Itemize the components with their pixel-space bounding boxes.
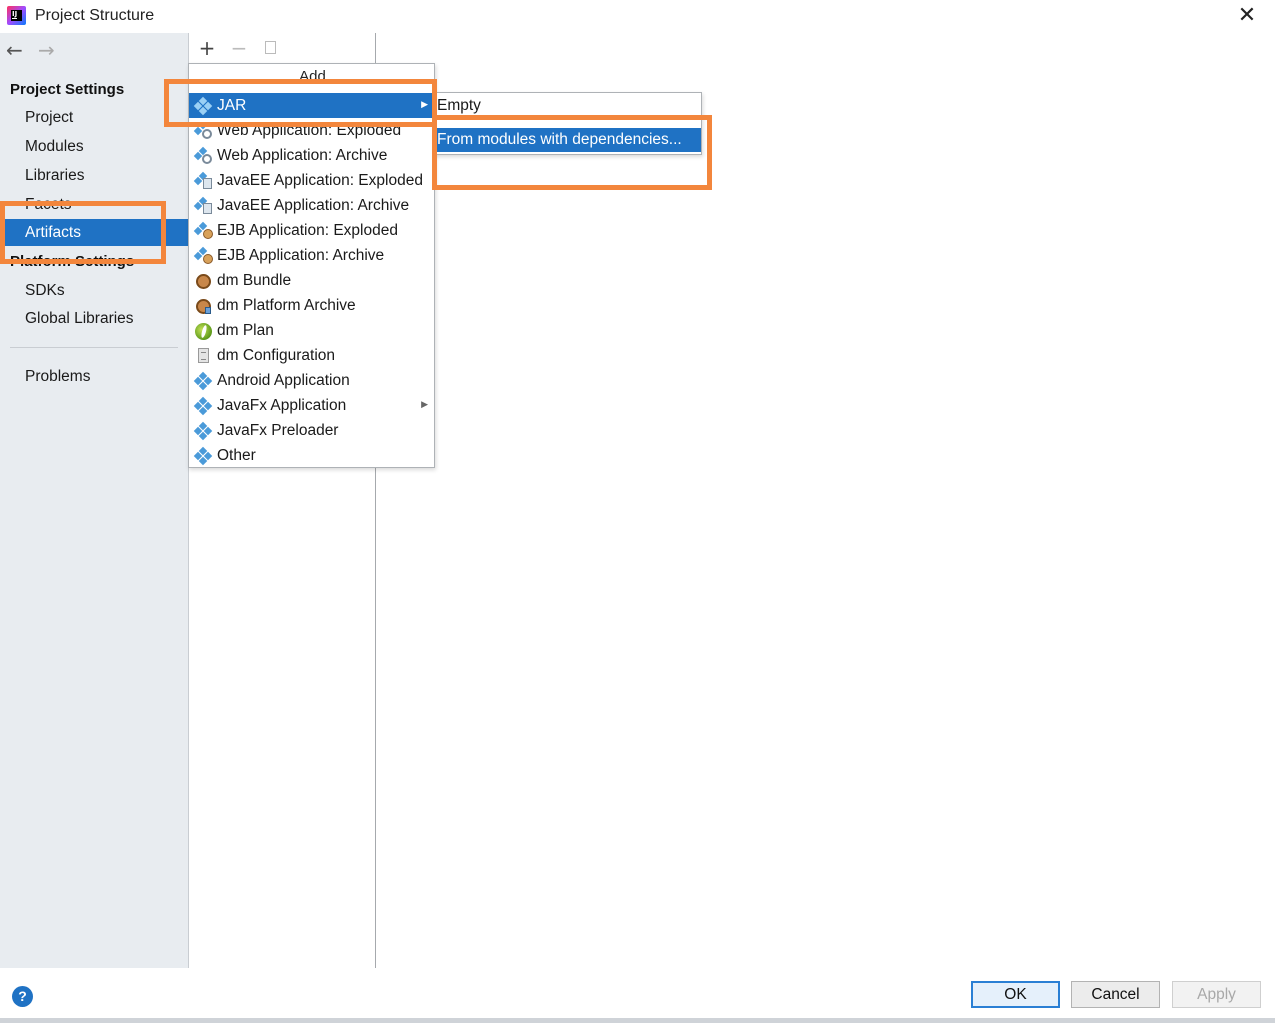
menu-item-web-application-exploded[interactable]: Web Application: Exploded: [189, 118, 434, 143]
web-archive-icon: [193, 146, 212, 164]
sidebar-item-global-libraries[interactable]: Global Libraries: [0, 305, 188, 332]
menu-item-javaee-application-exploded[interactable]: JavaEE Application: Exploded: [189, 168, 434, 193]
intellij-logo-icon: IJ: [7, 6, 26, 25]
jar-submenu: Empty From modules with dependencies...: [434, 92, 702, 155]
menu-item-label: EJB Application: Exploded: [217, 222, 398, 239]
menu-item-label: dm Bundle: [217, 272, 292, 289]
menu-item-web-application-archive[interactable]: Web Application: Archive: [189, 143, 434, 168]
artifact-icon: [193, 96, 213, 116]
submenu-arrow-icon: ▶: [421, 400, 428, 410]
platform-settings-header: Platform Settings: [10, 253, 135, 270]
menu-item-dm-platform-archive[interactable]: dm Platform Archive: [189, 293, 434, 318]
add-menu-title: Add: [299, 68, 326, 85]
menu-item-jar[interactable]: JAR ▶: [189, 93, 434, 118]
cancel-button[interactable]: Cancel: [1071, 981, 1160, 1008]
menu-item-ejb-application-exploded[interactable]: EJB Application: Exploded: [189, 218, 434, 243]
sidebar-item-artifacts[interactable]: Artifacts: [0, 219, 188, 246]
web-exploded-icon: [193, 122, 212, 139]
menu-item-javafx-preloader[interactable]: JavaFx Preloader: [189, 418, 434, 443]
menu-item-javaee-application-archive[interactable]: JavaEE Application: Archive: [189, 193, 434, 218]
sidebar-item-project[interactable]: Project: [0, 104, 188, 131]
menu-item-dm-bundle[interactable]: dm Bundle: [189, 268, 434, 293]
sidebar-item-modules[interactable]: Modules: [0, 133, 188, 160]
apply-button[interactable]: Apply: [1172, 981, 1261, 1008]
artifact-icon: [193, 446, 213, 466]
dm-configuration-icon: [195, 348, 211, 364]
sidebar-divider: [10, 347, 178, 348]
copy-icon[interactable]: [259, 36, 283, 60]
menu-item-label: Web Application: Archive: [217, 147, 388, 164]
project-settings-header: Project Settings: [10, 81, 125, 98]
menu-item-label: dm Plan: [217, 322, 274, 339]
menu-item-label: JAR: [217, 97, 247, 114]
window-title: Project Structure: [35, 7, 155, 24]
menu-item-label: JavaFx Preloader: [217, 422, 339, 439]
submenu-arrow-icon: ▶: [421, 100, 428, 110]
menu-item-label: JavaEE Application: Archive: [217, 197, 410, 214]
artifacts-toolbar: + −: [189, 33, 375, 63]
dm-bundle-icon: [195, 273, 211, 289]
ejb-exploded-icon: [193, 221, 213, 239]
sidebar-item-sdks[interactable]: SDKs: [0, 277, 188, 304]
forward-arrow-icon[interactable]: →: [38, 40, 58, 60]
help-icon[interactable]: ?: [12, 986, 33, 1007]
remove-icon[interactable]: −: [227, 36, 251, 60]
menu-item-label: Android Application: [217, 372, 350, 389]
menu-item-other[interactable]: Other: [189, 443, 434, 468]
menu-item-dm-plan[interactable]: dm Plan: [189, 318, 434, 343]
menu-item-label: Other: [217, 447, 256, 464]
submenu-item-from-modules[interactable]: From modules with dependencies...: [435, 128, 701, 152]
settings-sidebar: ← → Project Settings Project Modules Lib…: [0, 33, 188, 968]
ok-button[interactable]: OK: [971, 981, 1060, 1008]
menu-item-label: dm Configuration: [217, 347, 336, 364]
dm-plan-icon: [195, 323, 212, 340]
sidebar-item-facets[interactable]: Facets: [0, 191, 188, 218]
javaee-archive-icon: [193, 196, 212, 214]
submenu-item-empty[interactable]: Empty: [435, 94, 701, 118]
javaee-exploded-icon: [193, 171, 212, 189]
menu-item-ejb-application-archive[interactable]: EJB Application: Archive: [189, 243, 434, 268]
artifact-icon: [193, 421, 213, 441]
menu-item-label: Web Application: Exploded: [217, 122, 402, 139]
menu-item-label: JavaEE Application: Exploded: [217, 172, 423, 189]
menu-item-dm-configuration[interactable]: dm Configuration: [189, 343, 434, 368]
menu-item-label: EJB Application: Archive: [217, 247, 385, 264]
menu-item-android-application[interactable]: Android Application: [189, 368, 434, 393]
add-icon[interactable]: +: [195, 36, 219, 60]
title-bar: IJ Project Structure ✕: [0, 0, 1275, 33]
status-bar-strip: [0, 1018, 1275, 1023]
artifact-icon: [193, 396, 213, 416]
add-artifact-menu: Add JAR ▶ Web Application: Exploded Web …: [188, 63, 435, 468]
sidebar-item-libraries[interactable]: Libraries: [0, 162, 188, 189]
ejb-archive-icon: [193, 246, 213, 264]
menu-item-label: JavaFx Application: [217, 397, 347, 414]
sidebar-item-problems[interactable]: Problems: [0, 363, 188, 390]
dm-platform-archive-icon: [195, 298, 211, 314]
close-button[interactable]: ✕: [1233, 3, 1261, 29]
back-arrow-icon[interactable]: ←: [6, 40, 26, 60]
artifact-icon: [193, 371, 213, 391]
menu-item-javafx-application[interactable]: JavaFx Application ▶: [189, 393, 434, 418]
menu-item-label: dm Platform Archive: [217, 297, 356, 314]
